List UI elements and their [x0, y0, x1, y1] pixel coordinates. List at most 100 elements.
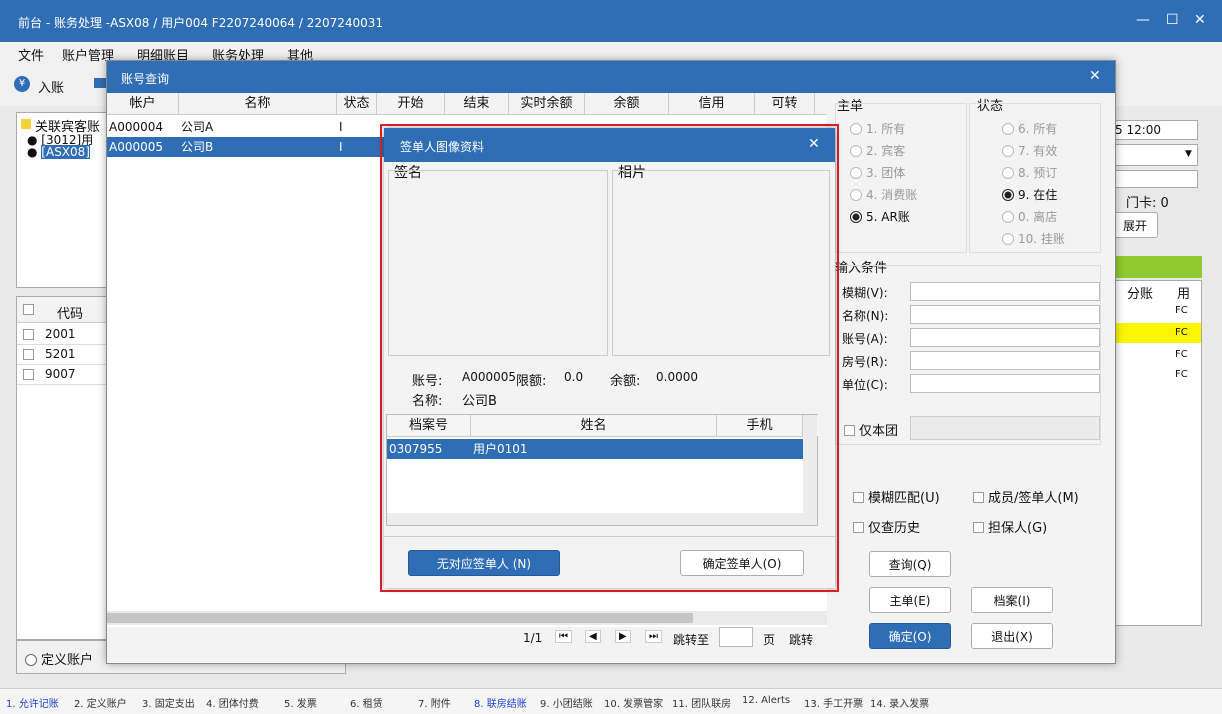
tab-manual-invoice[interactable]: 13. 手工开票 — [804, 695, 863, 710]
fuzzy-match-checkbox[interactable]: 模糊匹配(U) — [853, 487, 940, 506]
status-option-valid[interactable]: 7. 有效 — [1002, 142, 1057, 159]
main-button[interactable]: 主单(E) — [869, 587, 951, 613]
col-name[interactable]: 名称 — [179, 93, 337, 115]
history-only-checkbox[interactable]: 仅查历史 — [853, 517, 920, 536]
main-option-group[interactable]: 3. 团体 — [850, 164, 905, 181]
tab-lease[interactable]: 6. 租赁 — [350, 695, 383, 710]
col-end[interactable]: 结束 — [445, 93, 509, 115]
tree-child-2[interactable]: ● [ASX08] — [27, 145, 90, 159]
background-field[interactable] — [1112, 170, 1198, 188]
main-option-expense[interactable]: 4. 消费账 — [850, 186, 917, 203]
archive-button[interactable]: 档案(I) — [971, 587, 1053, 613]
tab-invoice-manager[interactable]: 10. 发票管家 — [604, 695, 663, 710]
main-option-guest[interactable]: 2. 宾客 — [850, 142, 905, 159]
table-row-selected[interactable]: 0307955 用户0101 — [387, 439, 803, 459]
main-option-ar[interactable]: 5. AR账 — [850, 208, 910, 225]
menu-file[interactable]: 文件 — [18, 45, 44, 64]
ok-button[interactable]: 确定(O) — [869, 623, 951, 649]
entry-button[interactable]: 入账 — [38, 77, 64, 96]
tab-invoice[interactable]: 5. 发票 — [284, 695, 317, 710]
tab-small-group-checkout[interactable]: 9. 小团结账 — [540, 695, 593, 710]
status-group: 6. 所有 7. 有效 8. 预订 9. 在住 0. 离店 10. 挂账 — [969, 103, 1101, 253]
account-label: 账号(A): — [842, 332, 888, 346]
company-input[interactable] — [910, 374, 1100, 393]
tab-team-linked-rooms[interactable]: 11. 团队联房 — [672, 695, 731, 710]
tab-linked-checkout[interactable]: 8. 联房结账 — [474, 695, 527, 710]
account-tree: 关联宾客账 ● [3012]用 ● [ASX08] — [16, 112, 108, 288]
tab-fixed-expense[interactable]: 3. 固定支出 — [142, 695, 195, 710]
last-page-icon[interactable]: ⏭ — [645, 630, 662, 643]
table-row[interactable]: 9007 — [17, 365, 109, 385]
photo-image — [612, 170, 830, 356]
signer-dialog: 签单人图像资料 ✕ 签名 相片 账号: A000005 限额: 0.0 余额: … — [384, 128, 835, 588]
fuzzy-input[interactable] — [910, 282, 1100, 301]
status-option-checked-out[interactable]: 0. 离店 — [1002, 208, 1057, 225]
col-start[interactable]: 开始 — [377, 93, 445, 115]
table-row[interactable]: 5201 — [17, 345, 109, 365]
col-file-no[interactable]: 档案号 — [387, 415, 471, 437]
minimize-icon[interactable]: — — [1136, 12, 1150, 28]
col-transferable[interactable]: 可转 — [755, 93, 815, 115]
page-indicator: 1/1 — [523, 631, 543, 645]
prev-page-icon[interactable]: ◀ — [585, 630, 601, 643]
select-all-checkbox[interactable] — [23, 303, 38, 318]
background-select[interactable]: ▼ — [1112, 144, 1198, 166]
close-icon[interactable]: ✕ — [808, 136, 820, 152]
balance-value: 0.0000 — [656, 370, 698, 384]
page-input[interactable] — [719, 627, 753, 647]
tab-define-account[interactable]: 2. 定义账户 — [74, 695, 127, 710]
no-signer-button[interactable]: 无对应签单人 (N) — [408, 550, 560, 576]
guarantor-checkbox[interactable]: 担保人(G) — [973, 517, 1047, 536]
main-option-all[interactable]: 1. 所有 — [850, 120, 905, 137]
row-checkbox[interactable] — [23, 368, 38, 383]
tab-group-pay[interactable]: 4. 团体付费 — [206, 695, 259, 710]
group-field[interactable] — [910, 416, 1100, 440]
maximize-icon[interactable]: ☐ — [1166, 12, 1179, 28]
tab-attachment[interactable]: 7. 附件 — [418, 695, 451, 710]
horizontal-scrollbar[interactable] — [387, 513, 803, 525]
time-field[interactable]: 5 12:00 — [1112, 120, 1198, 140]
status-option-all[interactable]: 6. 所有 — [1002, 120, 1057, 137]
goto-label: 跳转至 — [673, 633, 710, 647]
code-header: 代码 — [57, 307, 84, 322]
yen-icon[interactable]: ¥ — [14, 76, 30, 92]
col-mobile[interactable]: 手机 — [717, 415, 803, 437]
card-icon[interactable] — [94, 78, 106, 88]
col-credit[interactable]: 信用 — [669, 93, 755, 115]
account-value: A000005 — [462, 370, 517, 384]
expand-button[interactable]: 展开 — [1112, 212, 1158, 238]
close-icon[interactable]: ✕ — [1089, 68, 1101, 84]
code-grid: 代码 2001 5201 9007 — [16, 296, 109, 640]
confirm-signer-button[interactable]: 确定签单人(O) — [680, 550, 804, 576]
define-account-radio[interactable]: 定义账户 — [25, 649, 93, 668]
close-icon[interactable]: ✕ — [1194, 12, 1206, 28]
query-button[interactable]: 查询(Q) — [869, 551, 951, 577]
only-group-checkbox[interactable]: 仅本团 — [844, 420, 898, 439]
tab-enter-invoice[interactable]: 14. 录入发票 — [870, 695, 929, 710]
name-input[interactable] — [910, 305, 1100, 324]
vertical-scrollbar[interactable] — [803, 415, 817, 525]
jump-button[interactable]: 跳转 — [789, 631, 813, 648]
col-status[interactable]: 状态 — [337, 93, 377, 115]
horizontal-scrollbar[interactable] — [107, 611, 827, 625]
name-label: 名称: — [412, 394, 443, 409]
scroll-thumb[interactable] — [107, 613, 693, 623]
row-checkbox[interactable] — [23, 328, 38, 343]
col-account[interactable]: 帐户 — [107, 93, 179, 115]
first-page-icon[interactable]: ⏮ — [555, 630, 572, 643]
tab-alerts[interactable]: 12. Alerts — [742, 695, 790, 706]
col-realtime-balance[interactable]: 实时余额 — [509, 93, 585, 115]
status-option-reserved[interactable]: 8. 预订 — [1002, 164, 1057, 181]
exit-button[interactable]: 退出(X) — [971, 623, 1053, 649]
col-balance[interactable]: 余额 — [585, 93, 669, 115]
member-signer-checkbox[interactable]: 成员/签单人(M) — [973, 487, 1079, 506]
room-input[interactable] — [910, 351, 1100, 370]
account-input[interactable] — [910, 328, 1100, 347]
table-row[interactable]: 2001 — [17, 325, 109, 345]
col-name[interactable]: 姓名 — [471, 415, 717, 437]
row-checkbox[interactable] — [23, 348, 38, 363]
next-page-icon[interactable]: ▶ — [615, 630, 631, 643]
status-option-pending[interactable]: 10. 挂账 — [1002, 230, 1065, 247]
tab-allow-charge[interactable]: 1. 允许记账 — [6, 695, 59, 710]
status-option-inhouse[interactable]: 9. 在住 — [1002, 186, 1057, 203]
